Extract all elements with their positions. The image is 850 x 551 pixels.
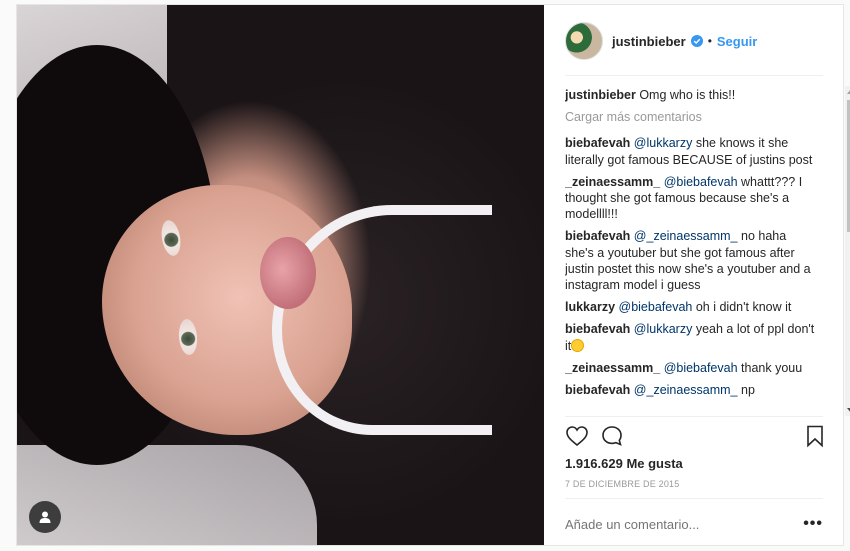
comment-item: biebafevah @lukkarzy she knows it she li… — [565, 135, 827, 167]
comment-author[interactable]: _zeinaessamm_ — [565, 361, 660, 375]
comment-item: biebafevah @_zeinaessamm_ no haha she's … — [565, 228, 827, 293]
likes-count[interactable]: 1.916.629 Me gusta — [565, 456, 683, 471]
comment-item: biebafevah @_zeinaessamm_ np — [565, 382, 827, 398]
comment-text: thank youu — [737, 360, 803, 375]
add-comment-bar: ••• — [565, 510, 823, 538]
comment-bubble-icon[interactable] — [600, 424, 624, 448]
laughing-emoji-icon — [571, 338, 585, 352]
heart-icon[interactable] — [565, 424, 589, 448]
avatar[interactable] — [565, 22, 603, 60]
follow-button[interactable]: Seguir — [717, 34, 757, 49]
comments-list: justinbieber Omg who is this!! Cargar má… — [565, 87, 827, 413]
caption-text: Omg who is this!! — [639, 88, 736, 102]
verified-badge-icon — [690, 35, 703, 47]
comment-mention[interactable]: @_zeinaessamm_ — [634, 383, 738, 397]
comment-author[interactable]: lukkarzy — [565, 300, 615, 314]
comments-scrollbar[interactable] — [845, 86, 850, 416]
comment-mention[interactable]: @biebafevah — [664, 175, 738, 189]
divider — [565, 498, 823, 499]
comment-item: _zeinaessamm_ @biebafevah thank youu — [565, 360, 827, 376]
post-photo[interactable] — [17, 5, 544, 545]
caption: justinbieber Omg who is this!! — [565, 87, 827, 103]
comment-author[interactable]: biebafevah — [565, 383, 630, 397]
caption-author[interactable]: justinbieber — [565, 88, 636, 102]
comment-text: np — [737, 383, 755, 398]
comment-mention[interactable]: @biebafevah — [619, 300, 693, 314]
more-options-icon[interactable]: ••• — [803, 515, 823, 533]
comment-text: oh i didn't know it — [692, 300, 792, 315]
comment-item: _zeinaessamm_ @biebafevah whattt??? I th… — [565, 174, 827, 223]
photo-background — [17, 445, 317, 545]
comment-item: biebafevah @lukkarzy yeah a lot of ppl d… — [565, 321, 827, 353]
comment-mention[interactable]: @lukkarzy — [634, 322, 693, 336]
bookmark-icon[interactable] — [803, 424, 827, 448]
post-date: 7 DE DICIEMBRE DE 2015 — [565, 479, 680, 489]
load-more-comments-link[interactable]: Cargar más comentarios — [565, 109, 827, 125]
post-header: justinbieber • Seguir — [565, 22, 823, 60]
comment-author[interactable]: biebafevah — [565, 136, 630, 150]
divider — [565, 416, 823, 417]
header-username[interactable]: justinbieber — [612, 34, 686, 49]
comment-author[interactable]: biebafevah — [565, 229, 630, 243]
photo-lips — [260, 237, 316, 309]
comment-mention[interactable]: @_zeinaessamm_ — [634, 229, 738, 243]
post-actions — [565, 424, 823, 450]
comment-mention[interactable]: @lukkarzy — [634, 136, 693, 150]
comment-author[interactable]: biebafevah — [565, 322, 630, 336]
comment-mention[interactable]: @biebafevah — [664, 361, 738, 375]
user-tag-icon[interactable] — [29, 501, 61, 533]
comment-input[interactable] — [565, 516, 785, 532]
post-card: justinbieber • Seguir justinbieber Omg w… — [16, 4, 850, 546]
comment-item: lukkarzy @biebafevah oh i didn't know it — [565, 299, 827, 315]
divider — [565, 75, 823, 76]
separator-dot: • — [707, 34, 712, 48]
comment-author[interactable]: _zeinaessamm_ — [565, 175, 660, 189]
post-side-panel: justinbieber • Seguir justinbieber Omg w… — [544, 5, 850, 545]
